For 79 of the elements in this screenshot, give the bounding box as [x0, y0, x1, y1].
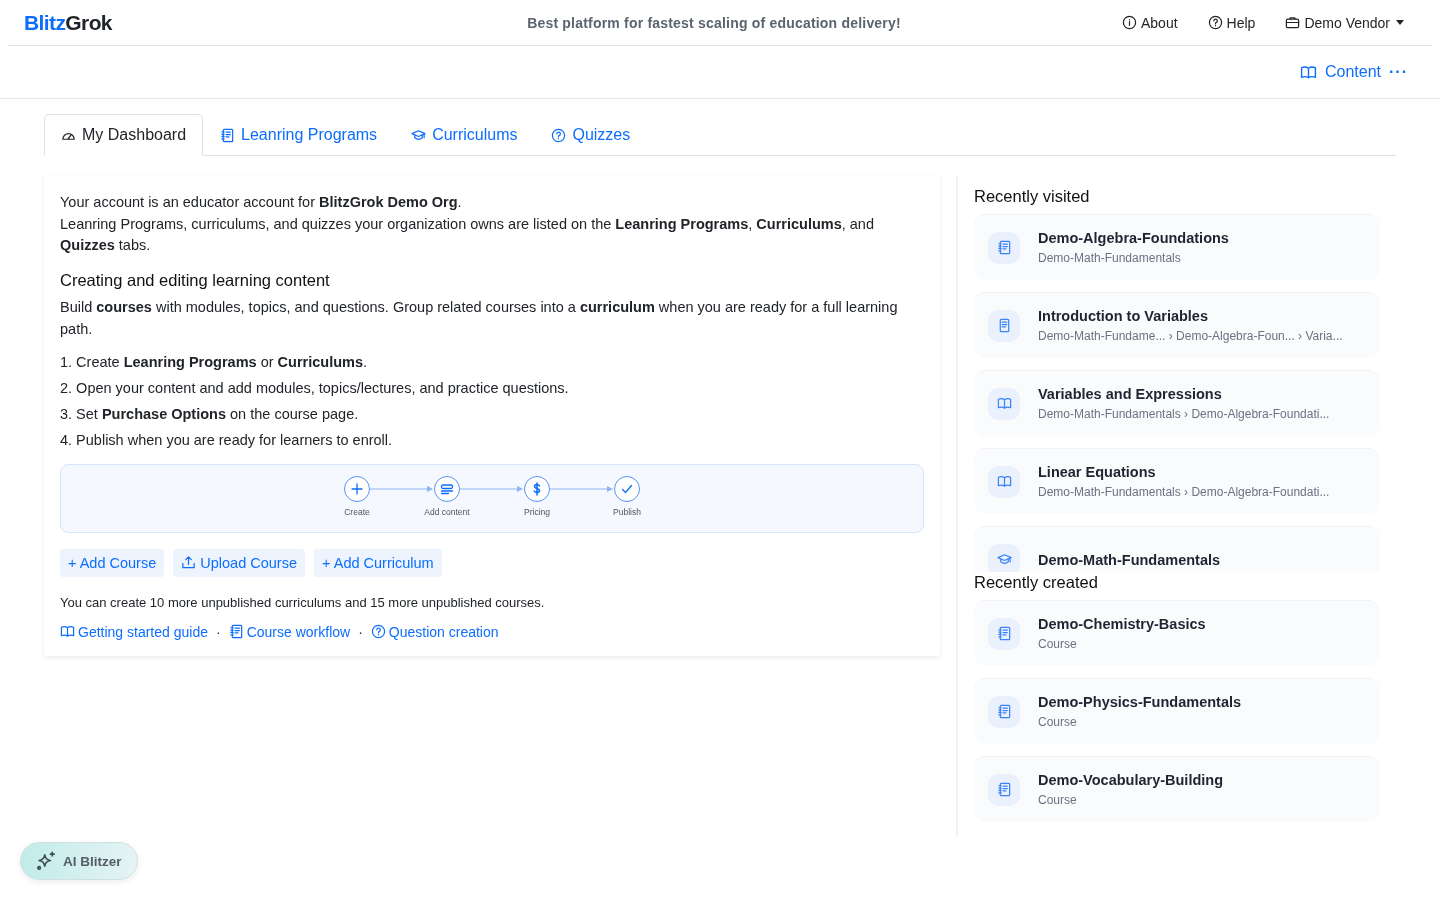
arrow: [550, 484, 614, 493]
notebook-icon: [996, 704, 1012, 719]
step-text: 4. Publish when you are ready for learners to enroll.: [60, 431, 394, 448]
tab[interactable]: Quizzes: [534, 114, 648, 156]
recent-item[interactable]: Demo-Math-Fundamentals: [974, 526, 1380, 572]
recent-item[interactable]: Demo-Vocabulary-Building Course: [974, 756, 1380, 822]
tab[interactable]: My Dashboard: [44, 114, 204, 156]
item-title: Demo-Math-Fundamentals: [1038, 551, 1221, 568]
section-heading: Creating and editing learning content: [60, 270, 331, 290]
paragraph: Build courses with modules, topics, and questions. Group related courses into a curriculum when you are ready for a full learning path.: [60, 297, 899, 339]
guide-link[interactable]: Question creation: [370, 623, 499, 640]
paragraph: Your account is an educator account for BlitzGrok Demo Org.: [60, 193, 463, 212]
notebook-icon: [996, 782, 1012, 797]
step-label: Add content: [424, 506, 470, 517]
recent-item[interactable]: Demo-Chemistry-Basics Course: [974, 600, 1380, 666]
tab[interactable]: Leanring Programs: [203, 114, 395, 156]
tagline: Best platform for fastest scaling of education delivery!: [526, 14, 902, 31]
section-heading: Recently visited: [974, 187, 1091, 206]
action-button[interactable]: + Add Course: [60, 548, 165, 577]
separator-dot: ·: [358, 623, 363, 640]
item-path: Demo-Math-Fundamentals: [1038, 251, 1182, 265]
upload-icon: [181, 555, 197, 570]
item-path: Demo-Math-Fundamentals › Demo-Algebra-Foundati...: [1038, 407, 1330, 421]
step-label: Pricing: [524, 506, 550, 517]
item-title: Demo-Physics-Fundamentals: [1038, 694, 1242, 710]
recent-item[interactable]: Demo-Physics-Fundamentals Course: [974, 678, 1380, 744]
nav-link[interactable]: About: [1122, 14, 1178, 31]
book-icon: [996, 396, 1012, 411]
book-icon: [1299, 63, 1317, 81]
help-icon: [551, 127, 567, 143]
recent-item[interactable]: Introduction to Variables Demo-Math-Fundame... › Demo-Algebra-Foun... › Varia...: [974, 292, 1380, 358]
sparkle-icon: [36, 851, 56, 871]
assistant-button[interactable]: AI Blitzer: [20, 842, 138, 880]
guide-link[interactable]: Getting started guide: [60, 623, 208, 640]
limit-note: You can create 10 more unpublished curriculums and 15 more unpublished courses.: [60, 594, 546, 610]
graduation-cap-icon: [996, 552, 1012, 567]
action-button[interactable]: + Add Curriculum: [314, 548, 442, 577]
recent-item[interactable]: Variables and Expressions Demo-Math-Fundamentals › Demo-Algebra-Foundati...: [974, 370, 1380, 436]
item-title: Linear Equations: [1038, 464, 1157, 480]
separator-dot: ·: [216, 623, 221, 640]
notebook-icon: [996, 626, 1012, 641]
graduation-cap-icon: [411, 127, 427, 143]
recent-item[interactable]: Linear Equations Demo-Math-Fundamentals › Demo-Algebra-Foundati...: [974, 448, 1380, 514]
notebook-icon: [220, 127, 236, 143]
action-button[interactable]: Upload Course: [173, 548, 305, 577]
briefcase-icon: [1285, 15, 1301, 30]
item-path: Demo-Math-Fundame... › Demo-Algebra-Foun... › Varia...: [1038, 329, 1343, 343]
help-icon: [370, 624, 386, 639]
recent-item[interactable]: Demo-Algebra-Foundations Demo-Math-Fundamentals: [974, 214, 1380, 280]
step-text: 1. Create Leanring Programs or Curriculums.: [60, 353, 369, 370]
item-path: Course: [1038, 715, 1078, 729]
item-path: Course: [1038, 793, 1078, 807]
item-title: Demo-Chemistry-Basics: [1038, 616, 1206, 632]
item-title: Demo-Vocabulary-Building: [1038, 772, 1224, 788]
item-path: Course: [1038, 637, 1078, 651]
arrow: [370, 484, 434, 493]
item-title: Demo-Algebra-Foundations: [1038, 230, 1229, 246]
tab[interactable]: Curriculums: [394, 114, 535, 156]
content-menu[interactable]: Content ···: [1299, 63, 1408, 81]
step-text: 2. Open your content and add modules, topics/lectures, and practice questions.: [60, 379, 570, 396]
step-label: Create: [344, 506, 370, 517]
info-icon: [1122, 15, 1137, 30]
help-icon: [1207, 15, 1223, 30]
item-path: Demo-Math-Fundamentals › Demo-Algebra-Foundati...: [1038, 485, 1330, 499]
guide-link[interactable]: Course workflow: [228, 623, 351, 640]
step-label: Publish: [613, 506, 641, 517]
account-menu[interactable]: Demo Vendor: [1285, 14, 1404, 31]
item-title: Variables and Expressions: [1038, 386, 1223, 402]
notebook-icon: [228, 624, 244, 639]
step-text: 3. Set Purchase Options on the course page.: [60, 405, 360, 422]
arrow: [460, 484, 524, 493]
section-heading: Recently created: [974, 573, 1099, 592]
book-icon: [60, 624, 75, 639]
book-icon: [996, 474, 1012, 489]
notebook-icon: [996, 240, 1012, 255]
logo[interactable]: BlitzGrok: [24, 10, 324, 35]
nav-link[interactable]: Help: [1207, 14, 1256, 31]
paragraph: Leanring Programs, curriculums, and quizzes your organization owns are listed on the Leanring Programs, Curriculums, and Quizzes tabs.: [60, 214, 875, 255]
item-title: Introduction to Variables: [1038, 308, 1209, 324]
